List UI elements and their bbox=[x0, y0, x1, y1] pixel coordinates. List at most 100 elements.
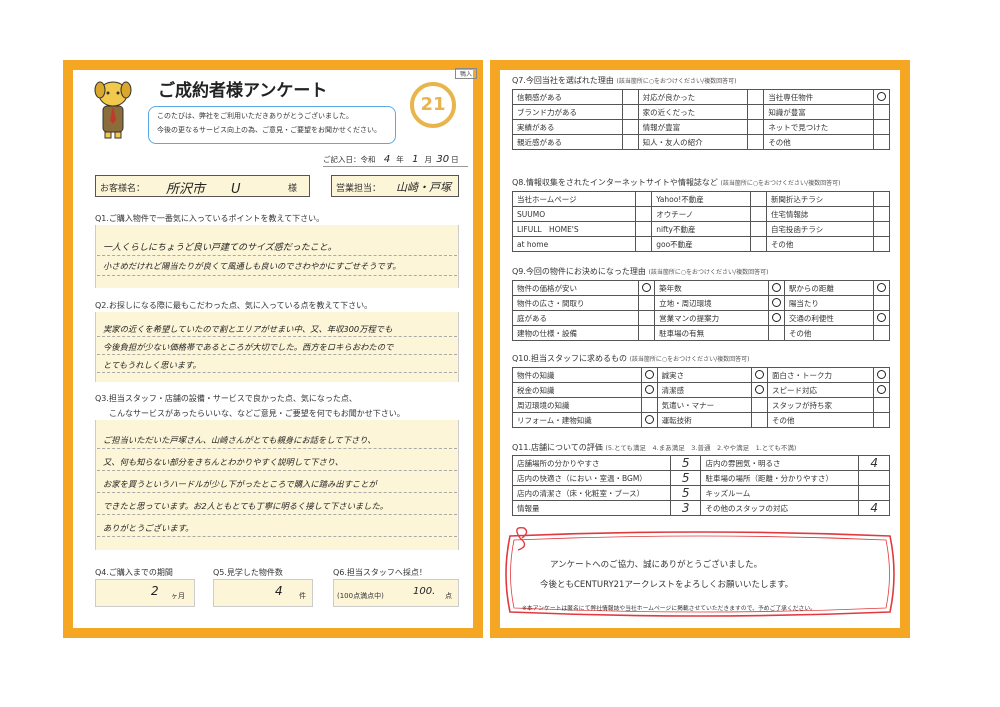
q8-option-label: nifty不動産 bbox=[651, 221, 751, 237]
q9-option-label: 物件の広さ・間取り bbox=[511, 295, 640, 311]
q11-item-label: キッズルーム bbox=[700, 485, 860, 501]
q5-label: Q5.見学した物件数 bbox=[213, 568, 283, 577]
corner-label: 鴨入 bbox=[455, 68, 478, 79]
circle-mark-icon bbox=[771, 312, 781, 322]
q7-checkbox[interactable] bbox=[621, 104, 639, 120]
q11-title: Q11.店舗についての評価 bbox=[512, 443, 603, 452]
q9-checkbox[interactable] bbox=[873, 295, 890, 311]
q10-checkbox[interactable] bbox=[873, 397, 890, 413]
circle-mark-icon bbox=[644, 384, 654, 394]
q9-checkbox[interactable] bbox=[767, 280, 785, 296]
q10-checkbox[interactable] bbox=[640, 412, 658, 428]
q11-score[interactable]: 3 bbox=[669, 500, 702, 516]
q9-checkbox[interactable] bbox=[873, 310, 890, 326]
q9-option-label: 駅からの距離 bbox=[783, 280, 875, 296]
q9-row: 庭がある 営業マンの提案力 交通の利便性 bbox=[511, 310, 890, 326]
q10-row: リフォーム・建物知識 運転技術 その他 bbox=[512, 412, 890, 428]
intro-line-1: このたびは、弊社をご利用いただきありがとうございました。 bbox=[157, 112, 353, 120]
q11-score[interactable]: 5 bbox=[669, 470, 702, 486]
q8-checkbox[interactable] bbox=[749, 236, 767, 252]
q10-checkbox[interactable] bbox=[640, 397, 658, 413]
q9-checkbox[interactable] bbox=[767, 325, 785, 341]
q10-checkbox[interactable] bbox=[873, 382, 890, 398]
q10-checkbox[interactable] bbox=[873, 367, 890, 383]
q7-checkbox[interactable] bbox=[621, 134, 639, 150]
q3-answer-line-1: ご担当いただいた戸塚さん、山崎さんがとても親身にお話をして下さり、 bbox=[103, 435, 376, 445]
circle-mark-icon bbox=[877, 369, 886, 379]
q7-checkbox[interactable] bbox=[873, 89, 890, 105]
q7-row: 信頼感がある 対応が良かった 当社専任物件 bbox=[512, 89, 890, 105]
q11-score[interactable]: 4 bbox=[858, 500, 890, 516]
circle-mark-icon bbox=[755, 384, 765, 394]
q7-checkbox[interactable] bbox=[747, 89, 765, 105]
date-day-unit: 日 bbox=[451, 155, 459, 164]
q11-score[interactable]: 5 bbox=[669, 485, 702, 501]
intro-bubble: このたびは、弊社をご利用いただきありがとうございました。 今後の更なるサービス向… bbox=[148, 106, 396, 144]
q8-checkbox[interactable] bbox=[873, 236, 890, 252]
q10-checkbox[interactable] bbox=[873, 412, 890, 428]
q8-checkbox[interactable] bbox=[635, 206, 653, 222]
q11-score[interactable] bbox=[858, 470, 890, 486]
q9-title: Q9.今回の物件にお決めになった理由 bbox=[512, 267, 646, 276]
q7-option-label: ネットで見つけた bbox=[763, 119, 874, 135]
q9-checkbox[interactable] bbox=[638, 295, 656, 311]
q8-checkbox[interactable] bbox=[873, 206, 890, 222]
q3-label-line-2: こんなサービスがあったらいいな、などご意見・ご要望を何でもお聞かせ下さい。 bbox=[109, 409, 405, 418]
q8-checkbox[interactable] bbox=[749, 206, 767, 222]
q10-row: 周辺環境の知識 気遣い・マナー スタッフが持ち家 bbox=[512, 397, 890, 413]
staff-name: 山崎・戸塚 bbox=[396, 181, 451, 194]
circle-mark-icon bbox=[771, 297, 781, 307]
q8-checkbox[interactable] bbox=[635, 236, 653, 252]
q6-label: Q6.担当スタッフへ採点！ bbox=[333, 568, 427, 577]
q8-label: Q8.情報収集をされたインターネットサイトや情報誌など (該当箇所に○をおつけく… bbox=[512, 177, 840, 188]
q10-checkbox[interactable] bbox=[751, 412, 769, 428]
q9-checkbox[interactable] bbox=[638, 325, 656, 341]
q9-option-label: 営業マンの提案力 bbox=[654, 310, 769, 326]
q11-score[interactable]: 5 bbox=[669, 455, 702, 471]
q8-table: 当社ホームページ Yahoo!不動産 新聞折込チラシ SUUMO オウチーノ 住宅情報誌 L… bbox=[511, 191, 890, 252]
q7-option-label: 当社専任物件 bbox=[763, 89, 874, 105]
q7-checkbox[interactable] bbox=[621, 119, 639, 135]
q9-checkbox[interactable] bbox=[767, 295, 785, 311]
q3-answer-line-5: ありがとうございます。 bbox=[103, 523, 194, 533]
q9-note: (該当箇所に○をおつけください/複数回答可) bbox=[648, 269, 769, 276]
q8-checkbox[interactable] bbox=[749, 191, 767, 207]
q11-score[interactable] bbox=[858, 485, 890, 501]
q9-checkbox[interactable] bbox=[873, 280, 890, 296]
q11-score[interactable]: 4 bbox=[858, 455, 890, 471]
q11-item-label: 店内の雰囲気・明るさ bbox=[700, 455, 860, 471]
q11-item-label: 駐車場の場所（距離・分かりやすさ） bbox=[700, 470, 860, 486]
q10-checkbox[interactable] bbox=[640, 367, 658, 383]
q9-checkbox[interactable] bbox=[767, 310, 785, 326]
q9-checkbox[interactable] bbox=[638, 310, 656, 326]
q9-checkbox[interactable] bbox=[873, 325, 890, 341]
q7-checkbox[interactable] bbox=[747, 104, 765, 120]
q9-table: 物件の価格が安い 築年数 駅からの距離 物件の広さ・間取り 立地・周辺環境 陽当たり 庭があ… bbox=[511, 280, 890, 341]
q11-item-label: 店内の快適さ（におい・室温・BGM） bbox=[512, 470, 671, 486]
q6-unit: 点 bbox=[445, 592, 452, 600]
q7-checkbox[interactable] bbox=[873, 119, 890, 135]
q11-table: 店舗場所の分かりやすさ 5 店内の雰囲気・明るさ 4 店内の快適さ（におい・室温・BGM… bbox=[512, 455, 890, 516]
q7-option-label: 家の近くだった bbox=[637, 104, 749, 120]
q7-checkbox[interactable] bbox=[873, 134, 890, 150]
q7-checkbox[interactable] bbox=[621, 89, 639, 105]
q11-row: 店内の快適さ（におい・室温・BGM） 5 駐車場の場所（距離・分かりやすさ） bbox=[512, 470, 890, 486]
q8-checkbox[interactable] bbox=[873, 221, 890, 237]
q10-checkbox[interactable] bbox=[751, 397, 769, 413]
q10-checkbox[interactable] bbox=[751, 382, 769, 398]
q10-checkbox[interactable] bbox=[751, 367, 769, 383]
q8-checkbox[interactable] bbox=[635, 191, 653, 207]
closing-line-1: アンケートへのご協力、誠にありがとうございました。 bbox=[550, 560, 763, 570]
q8-checkbox[interactable] bbox=[873, 191, 890, 207]
q9-option-label: 庭がある bbox=[511, 310, 640, 326]
q7-checkbox[interactable] bbox=[747, 119, 765, 135]
q8-checkbox[interactable] bbox=[749, 221, 767, 237]
q8-row: at home goo不動産 その他 bbox=[511, 236, 890, 252]
q8-checkbox[interactable] bbox=[635, 221, 653, 237]
q10-checkbox[interactable] bbox=[640, 382, 658, 398]
q7-checkbox[interactable] bbox=[873, 104, 890, 120]
customer-box: お客様名： 所沢市 U 様 bbox=[95, 175, 310, 197]
q1-answer-line-2: 小さめだけれど陽当たりが良くて風通しも良いのでさわやかにすごせそうです。 bbox=[103, 261, 401, 271]
q7-checkbox[interactable] bbox=[747, 134, 765, 150]
q9-checkbox[interactable] bbox=[638, 280, 656, 296]
